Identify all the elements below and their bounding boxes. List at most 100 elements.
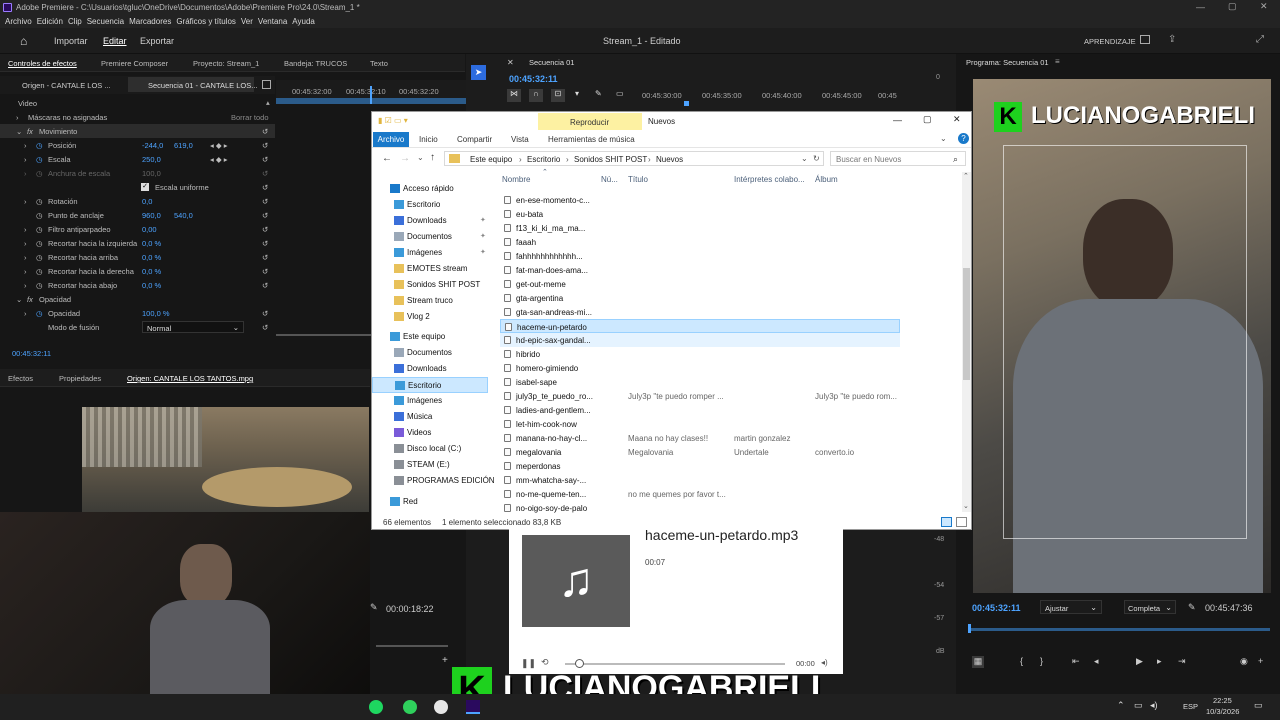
- captions-icon[interactable]: ▭: [616, 89, 624, 98]
- tab-texto[interactable]: Texto: [370, 59, 388, 68]
- reset-icon[interactable]: ↺: [262, 155, 268, 164]
- clock-time[interactable]: 22:25: [1213, 696, 1232, 705]
- clock-date[interactable]: 10/3/2026: [1206, 707, 1239, 716]
- sequence-playhead[interactable]: [684, 101, 689, 106]
- tab-bandeja[interactable]: Bandeja: TRUCOS: [284, 59, 347, 68]
- timeline-zoom-track[interactable]: [376, 645, 448, 647]
- reset-icon[interactable]: ↺: [262, 127, 268, 136]
- search-icon[interactable]: ⌕: [953, 154, 958, 165]
- seek-thumb[interactable]: [575, 659, 584, 668]
- explorer-maximize-button[interactable]: ▢: [923, 114, 932, 125]
- play-only-icon[interactable]: [262, 80, 271, 89]
- sequence-tab[interactable]: Secuencia 01: [529, 58, 574, 67]
- expand-arrow-icon[interactable]: ›: [24, 239, 27, 248]
- forward-arrow-icon[interactable]: →: [400, 153, 410, 164]
- snap-icon[interactable]: ⋈: [507, 89, 521, 102]
- expand-arrow-icon[interactable]: ›: [24, 253, 27, 262]
- file-row[interactable]: no-me-queme-ten... no me quemes por favor…: [500, 487, 900, 501]
- up-arrow-icon[interactable]: ↑: [430, 152, 435, 163]
- tray-chevron-icon[interactable]: ⌃: [1117, 700, 1125, 711]
- mini-playhead[interactable]: [370, 86, 372, 104]
- selection-tool-icon[interactable]: ➤: [471, 65, 486, 80]
- file-row[interactable]: hibrido: [500, 347, 900, 361]
- expand-arrow-icon[interactable]: ›: [24, 281, 27, 290]
- mark-in-icon[interactable]: {: [1020, 656, 1023, 666]
- menu-ver[interactable]: Ver: [241, 15, 253, 28]
- refresh-icon[interactable]: ↻: [813, 154, 820, 163]
- reset-icon[interactable]: ↺: [262, 211, 268, 220]
- expand-arrow-icon[interactable]: ›: [24, 225, 27, 234]
- chevron-down-icon[interactable]: ⌄: [801, 154, 808, 163]
- explorer-close-button[interactable]: ✕: [953, 114, 961, 125]
- file-row[interactable]: get-out-meme: [500, 277, 900, 291]
- volume-icon[interactable]: ◂): [821, 658, 828, 667]
- clear-all-button[interactable]: Borrar todo: [231, 113, 269, 122]
- scale-value[interactable]: 250,0: [142, 155, 161, 164]
- share-icon[interactable]: ⇪: [1168, 34, 1176, 45]
- go-to-out-icon[interactable]: ⇥: [1178, 656, 1186, 667]
- file-row[interactable]: let-him-cook-now: [500, 417, 900, 431]
- lang-indicator[interactable]: ESP: [1183, 702, 1198, 711]
- search-box[interactable]: Buscar en Nuevos ⌕: [830, 151, 966, 166]
- premiere-taskbar-icon[interactable]: [466, 700, 480, 714]
- file-row[interactable]: gta-argentina: [500, 291, 900, 305]
- recent-chevron-icon[interactable]: ⌄: [417, 153, 424, 162]
- breadcrumb-nuevos[interactable]: Nuevos: [656, 155, 683, 164]
- go-to-in-icon[interactable]: ⇤: [1072, 656, 1080, 667]
- explorer-minimize-button[interactable]: —: [893, 115, 902, 125]
- tab-compartir[interactable]: Compartir: [457, 135, 492, 144]
- spotify-icon[interactable]: [369, 700, 383, 714]
- fit-dropdown[interactable]: Ajustar ⌄: [1040, 600, 1102, 614]
- program-menu-icon[interactable]: ≡: [1055, 57, 1060, 66]
- xbox-icon[interactable]: [434, 700, 448, 714]
- reset-icon[interactable]: ↺: [262, 267, 268, 276]
- file-row[interactable]: homero-gimiendo: [500, 361, 900, 375]
- search-input[interactable]: Buscar en Nuevos: [836, 155, 901, 164]
- expand-arrow-icon[interactable]: ›: [24, 197, 27, 206]
- menu-ventana[interactable]: Ventana: [258, 15, 287, 28]
- magnet-icon[interactable]: ∩: [529, 89, 543, 102]
- stopwatch-icon[interactable]: ◷: [36, 239, 43, 248]
- breadcrumb-sonidos[interactable]: Sonidos SHIT POST: [574, 155, 647, 164]
- whatsapp-icon[interactable]: [403, 700, 417, 714]
- address-bar[interactable]: Este equipo › Escritorio › Sonidos SHIT …: [444, 151, 824, 166]
- aprendizaje-label[interactable]: APRENDIZAJE: [1084, 37, 1136, 46]
- expand-arrow-icon[interactable]: ⌄: [16, 295, 22, 304]
- quality-dropdown[interactable]: Completa ⌄: [1124, 600, 1176, 614]
- file-row[interactable]: meperdonas: [500, 459, 900, 473]
- file-row[interactable]: no-oigo-soy-de-palo: [500, 501, 900, 514]
- add-button-icon[interactable]: +: [1258, 656, 1263, 666]
- file-row[interactable]: haceme-un-petardo: [500, 319, 900, 333]
- keyframe-nav-icon[interactable]: ◂ ◆ ▸: [210, 155, 227, 164]
- tab-archivo[interactable]: Archivo: [373, 132, 409, 147]
- wrench-icon[interactable]: ✎: [595, 89, 602, 98]
- help-icon[interactable]: ?: [958, 133, 969, 144]
- scroll-down-icon[interactable]: ⌄: [963, 502, 969, 510]
- file-row[interactable]: gta-san-andreas-mi...: [500, 305, 900, 319]
- keyframe-nav-icon[interactable]: ◂ ◆ ▸: [210, 141, 227, 150]
- tab-propiedades[interactable]: Propiedades: [59, 374, 101, 383]
- step-forward-icon[interactable]: ▸: [1157, 656, 1162, 667]
- importar-tab[interactable]: Importar: [54, 36, 88, 46]
- file-row[interactable]: fahhhhhhhhhhhh...: [500, 249, 900, 263]
- program-tab[interactable]: Programa: Secuencia 01: [966, 58, 1049, 67]
- expand-arrow-icon[interactable]: ›: [24, 267, 27, 276]
- menu-clip[interactable]: Clip: [68, 15, 82, 28]
- stopwatch-icon[interactable]: ◷: [36, 253, 43, 262]
- export-frame-icon[interactable]: ◉: [1240, 656, 1248, 667]
- workspace-icon[interactable]: [1140, 35, 1150, 44]
- expand-arrow-icon[interactable]: ›: [16, 113, 19, 122]
- anchor-y-value[interactable]: 540,0: [174, 211, 193, 220]
- fullscreen-icon[interactable]: ⤢: [1256, 34, 1264, 45]
- seek-bar[interactable]: [565, 663, 785, 665]
- rotation-value[interactable]: 0,0: [142, 197, 152, 206]
- wrench-icon[interactable]: ✎: [370, 602, 378, 613]
- menu-archivo[interactable]: Archivo: [5, 15, 32, 28]
- vertical-scrollbar[interactable]: ⌃ ⌄: [962, 172, 971, 512]
- maximize-button[interactable]: ▢: [1228, 1, 1240, 12]
- add-track-icon[interactable]: +: [442, 655, 448, 666]
- col-numero[interactable]: Nú...: [601, 175, 618, 184]
- reset-icon[interactable]: ↺: [262, 141, 268, 150]
- opacity-group-row[interactable]: ⌄ fx Opacidad: [0, 292, 275, 306]
- crop-left-value[interactable]: 0,0 %: [142, 239, 161, 248]
